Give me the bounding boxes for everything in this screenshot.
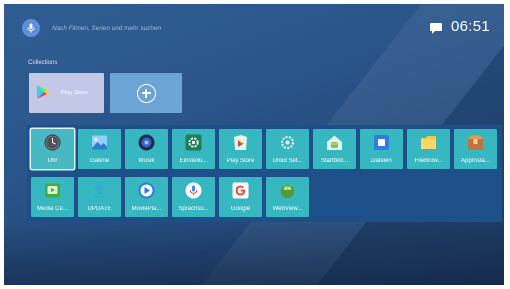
app-tile-appinstaller[interactable]: AppInsta...	[454, 129, 497, 169]
voice-search-icon	[185, 182, 202, 199]
app-label: WebView...	[272, 206, 303, 212]
app-tile-dateien[interactable]: Dateien	[360, 129, 403, 169]
app-label: Musik	[138, 158, 155, 164]
add-collection-button[interactable]	[110, 73, 182, 113]
app-label: Media Ce...	[37, 206, 68, 212]
app-label: Einstellu...	[179, 158, 208, 164]
app-tile-sprachsuche[interactable]: Sprachsu...	[172, 177, 215, 217]
app-label: Google	[230, 206, 251, 212]
app-label: Sprachsu...	[178, 206, 209, 212]
tv-launcher-screen: Nach Filmen, Serien und mehr suchen 06:5…	[4, 4, 504, 285]
app-tile-webview[interactable]: WebView...	[266, 177, 309, 217]
app-tile-google[interactable]: Google	[219, 177, 262, 217]
app-label: Startbild...	[320, 158, 348, 164]
app-tile-update[interactable]: UPDATE	[78, 177, 121, 217]
app-label: FileBrow...	[414, 158, 443, 164]
google-icon	[232, 182, 249, 199]
droid-settings-icon	[280, 135, 295, 150]
add-icon	[136, 83, 156, 103]
clock-icon	[44, 134, 61, 151]
update-icon	[93, 183, 106, 198]
status-bar: 06:51	[429, 18, 490, 35]
media-center-icon	[45, 183, 60, 198]
app-label: AppInsta...	[461, 158, 490, 164]
app-tile-uhr[interactable]: Uhr	[31, 129, 74, 169]
settings-icon	[185, 134, 202, 151]
folder-icon	[421, 136, 436, 149]
files-icon	[374, 135, 389, 150]
message-icon[interactable]	[429, 22, 442, 34]
collection-play-store-label: Play Store	[61, 90, 88, 96]
app-tile-droid-settings[interactable]: Droid Set...	[266, 129, 309, 169]
play-store-icon	[37, 85, 50, 99]
app-tile-media-center[interactable]: Media Ce...	[31, 177, 74, 217]
app-tile-movieplayer[interactable]: MoviePla...	[125, 177, 168, 217]
app-tile-startbildschirm[interactable]: Startbild...	[313, 129, 356, 169]
mic-icon[interactable]	[22, 19, 40, 37]
app-tile-filebrowser[interactable]: FileBrow...	[407, 129, 450, 169]
clock-time: 06:51	[450, 18, 490, 35]
app-label: Play Store	[226, 158, 255, 164]
app-tile-play-store[interactable]: Play Store	[219, 129, 262, 169]
movie-player-icon	[138, 182, 155, 199]
webview-icon	[280, 184, 295, 199]
app-installer-icon	[468, 135, 483, 150]
app-tile-musik[interactable]: Musik	[125, 129, 168, 169]
app-label: MoviePla...	[131, 206, 162, 212]
search-bar[interactable]: Nach Filmen, Serien und mehr suchen	[22, 16, 161, 40]
apps-grid: Uhr Galerie Musik Einstellu... Play Stor…	[27, 125, 502, 222]
search-placeholder[interactable]: Nach Filmen, Serien und mehr suchen	[52, 25, 161, 32]
collection-play-store[interactable]: Play Store	[29, 73, 104, 113]
collections-heading: Collections	[28, 60, 58, 66]
app-label: Galerie	[89, 158, 110, 164]
home-icon	[327, 135, 342, 150]
app-label: Dateien	[371, 158, 392, 164]
app-tile-einstellungen[interactable]: Einstellu...	[172, 129, 215, 169]
play-store-icon	[234, 135, 247, 150]
app-label: UPDATE	[87, 206, 112, 212]
gallery-icon	[92, 135, 107, 150]
app-label: Droid Set...	[272, 158, 303, 164]
app-tile-galerie[interactable]: Galerie	[78, 129, 121, 169]
music-icon	[138, 134, 155, 151]
app-label: Uhr	[47, 158, 58, 164]
